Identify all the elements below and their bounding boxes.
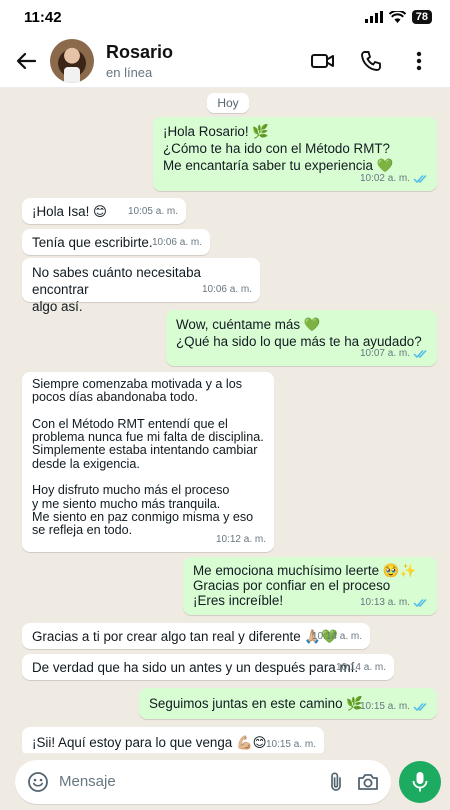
status-time: 11:42 bbox=[24, 8, 62, 26]
message-meta: 10:14 a. m. bbox=[336, 659, 386, 676]
battery-indicator: 78 bbox=[411, 10, 432, 24]
message-text: ¡Hola Rosario! 🌿 ¿Cómo te ha ido con el … bbox=[163, 124, 394, 173]
chat-area[interactable]: Hoy ¡Hola Rosario! 🌿 ¿Cómo te ha ido con… bbox=[0, 88, 450, 757]
message-bubble-incoming[interactable]: ¡Hola Isa! 😊 10:05 a. m. bbox=[22, 198, 186, 224]
message-bubble-outgoing[interactable]: Seguimos juntas en este camino 🌿 10:15 a… bbox=[139, 688, 437, 719]
composer-actions bbox=[329, 771, 379, 793]
message-text: Siempre comenzaba motivada y a los pocos… bbox=[32, 377, 264, 538]
message-bubble-incoming[interactable]: Siempre comenzaba motivada y a los pocos… bbox=[22, 372, 274, 552]
more-options-button[interactable] bbox=[404, 46, 434, 76]
message-time: 10:12 a. m. bbox=[215, 534, 266, 545]
day-separator: Hoy bbox=[207, 93, 249, 113]
status-bar: 11:42 78 bbox=[0, 0, 450, 34]
message-meta: 10:12 a. m. bbox=[216, 531, 266, 548]
mic-icon bbox=[412, 771, 428, 791]
header-actions bbox=[308, 46, 434, 76]
voice-message-button[interactable] bbox=[399, 760, 441, 803]
phone-icon bbox=[361, 50, 381, 71]
message-meta: 10:15 a. m. bbox=[360, 698, 429, 715]
back-button[interactable] bbox=[4, 39, 48, 83]
message-bubble-incoming[interactable]: Gracias a ti por crear algo tan real y d… bbox=[22, 623, 370, 649]
message-time: 10:14 a. m. bbox=[335, 662, 386, 673]
message-meta: 10:13 a. m. bbox=[360, 594, 429, 611]
read-ticks-icon bbox=[413, 702, 427, 711]
message-time: 10:15 a. m. bbox=[359, 701, 410, 712]
message-input[interactable] bbox=[59, 773, 329, 790]
message-bubble-incoming[interactable]: De verdad que ha sido un antes y un desp… bbox=[22, 654, 394, 680]
read-ticks-icon bbox=[413, 598, 427, 607]
message-bubble-outgoing[interactable]: Me emociona muchísimo leerte 🥹✨ Gracias … bbox=[183, 557, 437, 615]
message-meta: 10:02 a. m. bbox=[360, 170, 429, 187]
message-meta: 10:05 a. m. bbox=[128, 203, 178, 220]
message-bubble-outgoing[interactable]: Wow, cuéntame más 💚 ¿Qué ha sido lo que … bbox=[166, 310, 437, 366]
more-vert-icon bbox=[416, 51, 422, 70]
message-meta: 10:06 a. m. bbox=[152, 234, 202, 251]
message-bubble-outgoing[interactable]: ¡Hola Rosario! 🌿 ¿Cómo te ha ido con el … bbox=[153, 117, 437, 191]
attach-icon[interactable] bbox=[329, 771, 343, 793]
message-time: 10:15 a. m. bbox=[265, 739, 316, 750]
camera-icon[interactable] bbox=[357, 772, 379, 792]
message-time: 10:05 a. m. bbox=[127, 206, 178, 217]
message-time: 10:07 a. m. bbox=[359, 348, 410, 359]
status-icons: 78 bbox=[364, 10, 432, 24]
message-text: Wow, cuéntame más 💚 ¿Qué ha sido lo que … bbox=[176, 317, 422, 349]
emoji-icon[interactable] bbox=[27, 771, 49, 793]
video-call-icon bbox=[311, 53, 334, 68]
signal-icon bbox=[364, 11, 383, 23]
read-ticks-icon bbox=[413, 174, 427, 183]
composer-bar bbox=[0, 753, 450, 810]
message-time: 10:14 a. m. bbox=[311, 631, 362, 642]
message-meta: 10:06 a. m. bbox=[202, 281, 252, 298]
message-bubble-incoming[interactable]: Tenía que escribirte. 10:06 a. m. bbox=[22, 229, 210, 255]
chat-header: Rosario en línea bbox=[0, 34, 450, 88]
message-time: 10:13 a. m. bbox=[359, 597, 410, 608]
back-arrow-icon bbox=[16, 52, 36, 69]
video-call-button[interactable] bbox=[308, 46, 338, 76]
contact-status: en línea bbox=[106, 64, 153, 80]
message-time: 10:02 a. m. bbox=[359, 173, 410, 184]
wifi-icon bbox=[388, 11, 406, 23]
contact-name: Rosario bbox=[106, 41, 174, 62]
composer-pill bbox=[15, 759, 391, 804]
message-meta: 10:15 a. m. bbox=[266, 736, 316, 753]
message-bubble-incoming[interactable]: No sabes cuánto necesitaba encontrar alg… bbox=[22, 258, 260, 314]
contact-avatar[interactable] bbox=[50, 38, 94, 83]
contact-info[interactable]: Rosario en línea bbox=[106, 42, 173, 80]
read-ticks-icon bbox=[413, 349, 427, 358]
message-time: 10:06 a. m. bbox=[151, 237, 202, 248]
message-time: 10:06 a. m. bbox=[201, 284, 252, 295]
voice-call-button[interactable] bbox=[356, 46, 386, 76]
message-meta: 10:07 a. m. bbox=[360, 345, 429, 362]
message-meta: 10:14 a. m. bbox=[312, 628, 362, 645]
